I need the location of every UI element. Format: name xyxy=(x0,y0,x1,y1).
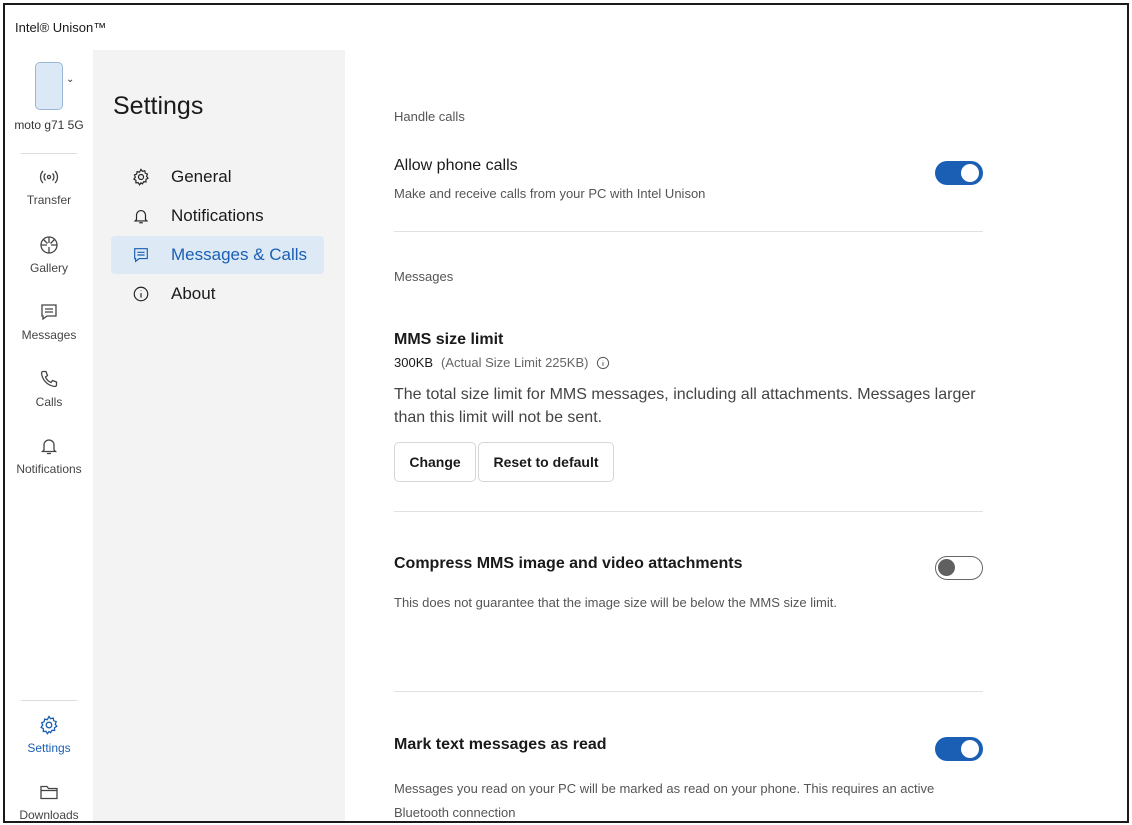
bell-icon xyxy=(131,206,151,226)
rail-item-settings[interactable]: Settings xyxy=(5,710,93,766)
rail-item-messages[interactable]: Messages xyxy=(5,297,93,353)
mms-size-description: The total size limit for MMS messages, i… xyxy=(394,386,976,426)
nav-item-label: About xyxy=(171,284,216,303)
divider xyxy=(394,231,983,232)
nav-item-notifications[interactable]: Notifications xyxy=(111,197,324,235)
rail-item-label: Messages xyxy=(21,328,77,342)
settings-content: Handle calls Allow phone calls Make and … xyxy=(345,50,1127,821)
rail-item-label: Notifications xyxy=(16,462,82,476)
nav-item-messages-calls[interactable]: Messages & Calls xyxy=(111,236,324,274)
info-icon xyxy=(131,284,151,304)
gear-icon xyxy=(131,167,151,187)
compress-mms-description: This does not guarantee that the image s… xyxy=(394,595,837,610)
divider xyxy=(394,691,983,692)
divider xyxy=(394,511,983,512)
rail-item-transfer[interactable]: Transfer xyxy=(5,162,93,218)
rail-item-gallery[interactable]: Gallery xyxy=(5,230,93,286)
section-heading-handle-calls: Handle calls xyxy=(394,109,465,124)
rail-item-label: Calls xyxy=(35,395,63,409)
phone-icon xyxy=(35,62,63,110)
info-icon[interactable] xyxy=(596,356,610,370)
nav-item-label: Notifications xyxy=(171,206,264,225)
page-title: Settings xyxy=(113,92,204,120)
nav-item-label: Messages & Calls xyxy=(171,245,308,264)
nav-item-about[interactable]: About xyxy=(111,275,324,313)
gallery-icon xyxy=(38,234,60,256)
notifications-icon xyxy=(38,435,60,457)
mms-actual-size: (Actual Size Limit 225KB) xyxy=(441,355,589,370)
window-title: Intel® Unison™ xyxy=(15,20,107,35)
rail-item-downloads[interactable]: Downloads xyxy=(5,777,93,822)
mark-read-title: Mark text messages as read xyxy=(394,736,607,753)
rail-item-notifications[interactable]: Notifications xyxy=(5,431,93,487)
mms-size-value: 300KB (Actual Size Limit 225KB) xyxy=(394,355,610,370)
device-name: moto g71 5G xyxy=(14,118,84,132)
folder-icon xyxy=(38,781,60,803)
calls-icon xyxy=(38,368,60,390)
reset-to-default-button[interactable]: Reset to default xyxy=(478,442,614,482)
rail-item-label: Settings xyxy=(27,741,71,755)
rail-item-label: Downloads xyxy=(19,808,79,822)
mms-size: 300KB xyxy=(394,355,434,370)
rail-divider xyxy=(21,153,77,154)
app-rail: ⌄ moto g71 5G Transfer Gallery Messages xyxy=(5,50,93,821)
transfer-icon xyxy=(38,166,60,188)
mark-read-toggle[interactable] xyxy=(935,737,983,761)
rail-divider xyxy=(21,700,77,701)
app-window: Intel® Unison™ ⌄ moto g71 5G Transfer Ga… xyxy=(3,3,1129,823)
device-selector[interactable]: ⌄ moto g71 5G xyxy=(5,62,93,132)
allow-calls-toggle[interactable] xyxy=(935,161,983,185)
allow-calls-description: Make and receive calls from your PC with… xyxy=(394,186,706,201)
settings-nav: Settings General Notifications Messages … xyxy=(93,50,345,821)
nav-item-general[interactable]: General xyxy=(111,158,324,196)
messages-icon xyxy=(38,301,60,323)
mms-size-title: MMS size limit xyxy=(394,331,504,348)
nav-item-label: General xyxy=(171,167,232,186)
section-heading-messages: Messages xyxy=(394,269,454,284)
compress-mms-title: Compress MMS image and video attachments xyxy=(394,555,743,572)
mark-read-description: Messages you read on your PC will be mar… xyxy=(394,781,935,820)
allow-calls-title: Allow phone calls xyxy=(394,157,518,174)
message-icon xyxy=(131,245,151,265)
rail-item-calls[interactable]: Calls xyxy=(5,364,93,420)
rail-item-label: Transfer xyxy=(26,193,72,207)
compress-mms-toggle[interactable] xyxy=(935,556,983,580)
rail-item-label: Gallery xyxy=(29,261,68,275)
chevron-down-icon: ⌄ xyxy=(66,74,75,85)
change-button[interactable]: Change xyxy=(394,442,476,482)
gear-icon xyxy=(38,714,60,736)
